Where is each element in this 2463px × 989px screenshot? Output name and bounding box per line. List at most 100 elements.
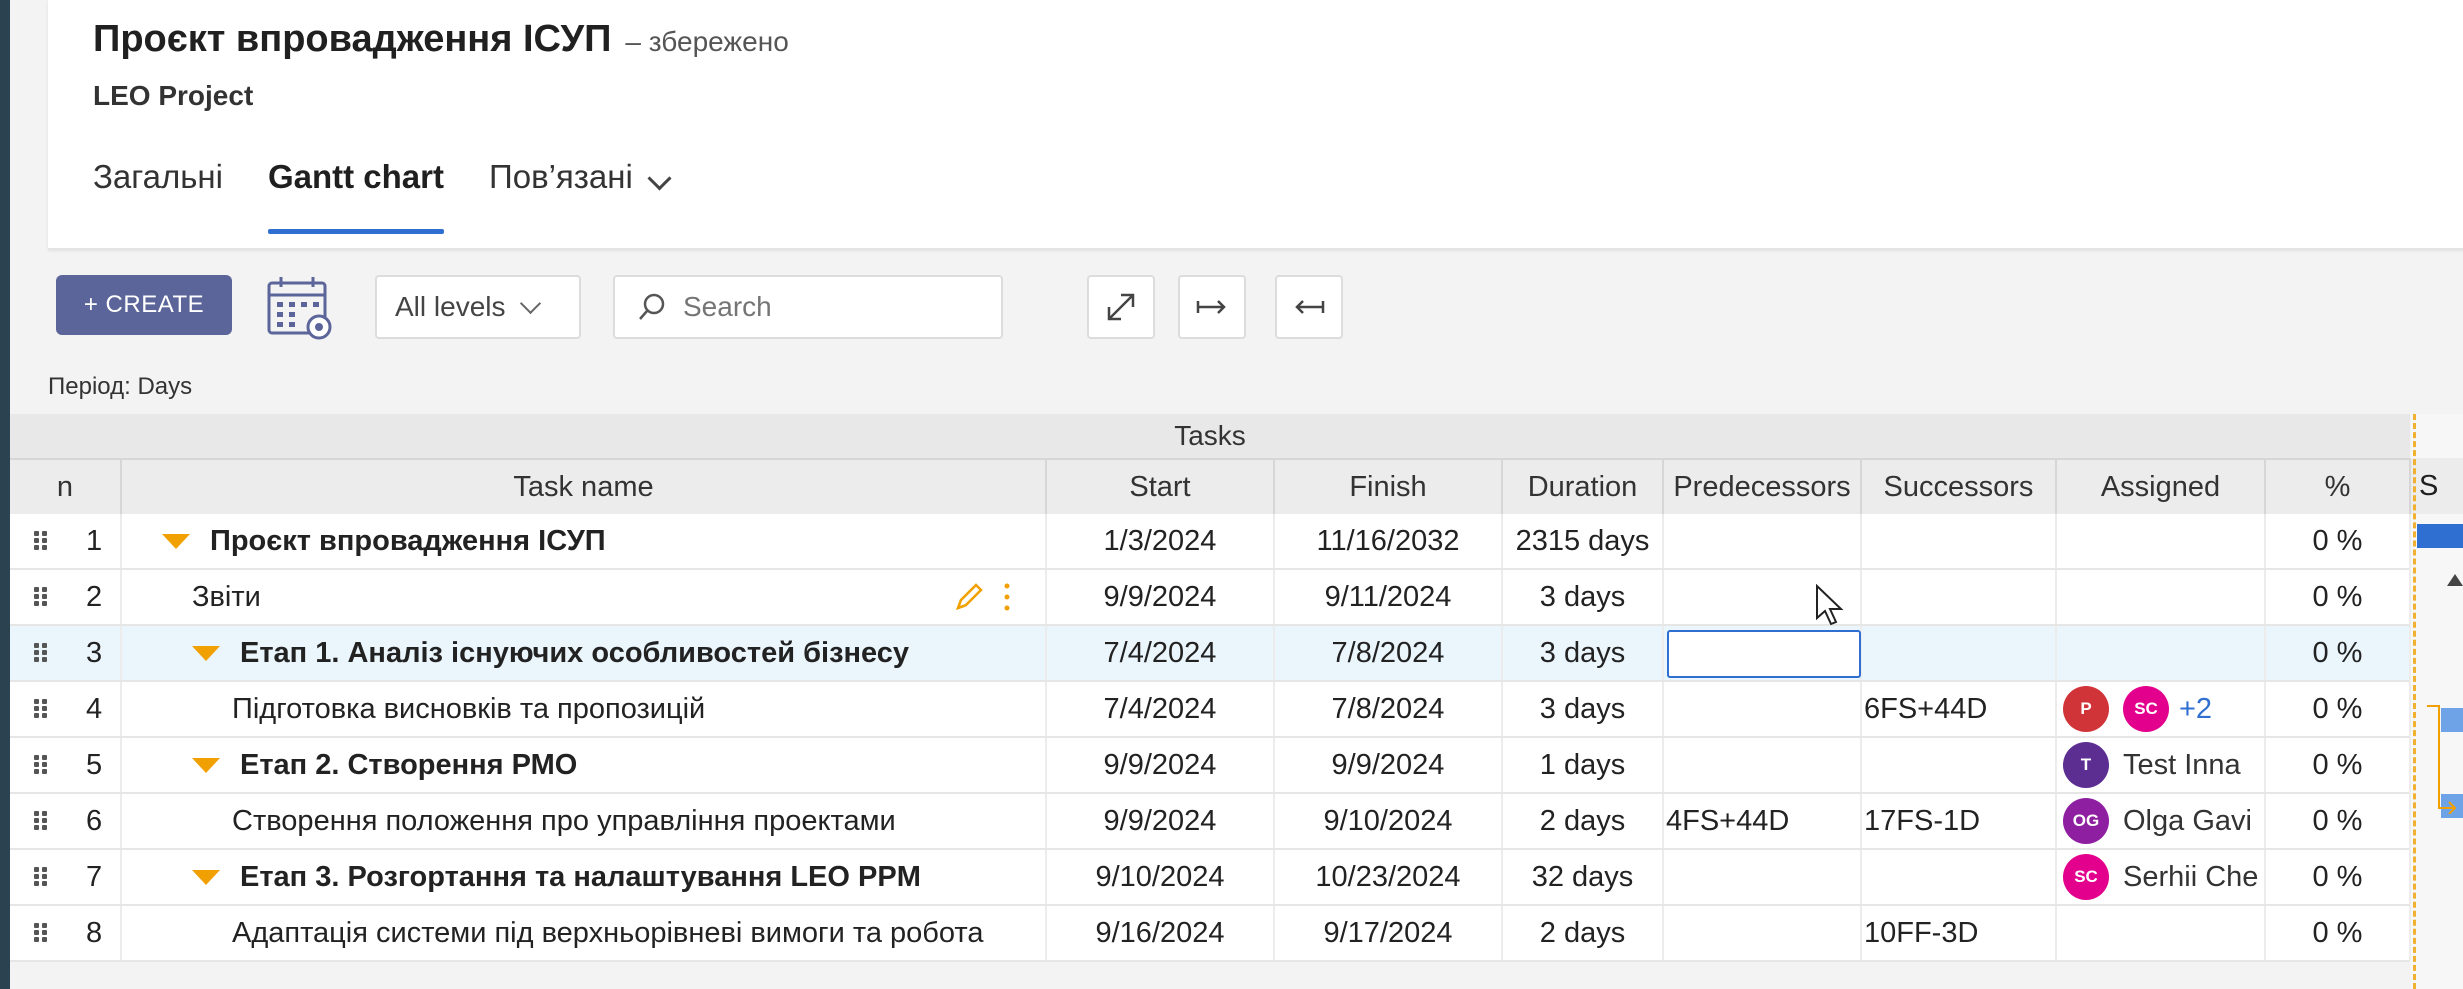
task-name-cell[interactable]: Етап 1. Аналіз існуючих особливостей біз…: [122, 626, 1047, 680]
successors-cell[interactable]: [1862, 626, 2057, 680]
more-assignees-link[interactable]: +2: [2179, 693, 2212, 726]
finish-cell[interactable]: 9/10/2024: [1275, 794, 1503, 848]
start-cell[interactable]: 9/9/2024: [1047, 570, 1275, 624]
column-header-start[interactable]: Start: [1047, 458, 1275, 514]
search-input[interactable]: [681, 290, 975, 324]
drag-handle-icon[interactable]: [34, 811, 50, 831]
task-name-cell[interactable]: Етап 2. Створення РМО: [122, 738, 1047, 792]
successors-cell[interactable]: 6FS+44D: [1862, 682, 2057, 736]
assigned-cell[interactable]: [2057, 570, 2266, 624]
column-header-predecessors[interactable]: Predecessors: [1664, 458, 1862, 514]
successors-cell[interactable]: [1862, 514, 2057, 568]
avatar[interactable]: SC: [2063, 854, 2109, 900]
table-row[interactable]: 2 Звіти 9/9/2024 9/11/2024 3 days 0 %: [10, 570, 2411, 626]
assigned-cell[interactable]: [2057, 514, 2266, 568]
finish-cell[interactable]: 11/16/2032: [1275, 514, 1503, 568]
finish-cell[interactable]: 7/8/2024: [1275, 682, 1503, 736]
table-row[interactable]: 5 Етап 2. Створення РМО 9/9/2024 9/9/2024 1 …: [10, 738, 2411, 794]
duration-cell[interactable]: 32 days: [1503, 850, 1664, 904]
start-cell[interactable]: 9/9/2024: [1047, 794, 1275, 848]
table-row[interactable]: 3 Етап 1. Аналіз існуючих особливостей бі…: [10, 626, 2411, 682]
task-name-cell[interactable]: Етап 3. Розгортання та налаштування LEO …: [122, 850, 1047, 904]
percent-cell[interactable]: 0 %: [2266, 682, 2411, 736]
task-name-cell[interactable]: Створення положення про управління проек…: [122, 794, 1047, 848]
duration-cell[interactable]: 2 days: [1503, 906, 1664, 960]
predecessors-cell[interactable]: [1664, 906, 1862, 960]
collapse-triangle-icon[interactable]: [192, 757, 220, 773]
table-row[interactable]: 4 Підготовка висновків та пропозицій 7/4/2…: [10, 682, 2411, 738]
assigned-cell[interactable]: [2057, 906, 2266, 960]
start-cell[interactable]: 9/9/2024: [1047, 738, 1275, 792]
drag-handle-icon[interactable]: [34, 531, 50, 551]
column-header-finish[interactable]: Finish: [1275, 458, 1503, 514]
column-header-assigned[interactable]: Assigned: [2057, 458, 2266, 514]
start-cell[interactable]: 9/16/2024: [1047, 906, 1275, 960]
drag-handle-icon[interactable]: [34, 867, 50, 887]
percent-cell[interactable]: 0 %: [2266, 738, 2411, 792]
summary-bar[interactable]: [2417, 524, 2463, 548]
search-box[interactable]: [613, 275, 1003, 339]
more-vertical-icon[interactable]: [1002, 582, 1012, 620]
column-header-successors[interactable]: Successors: [1862, 458, 2057, 514]
predecessors-cell[interactable]: [1664, 850, 1862, 904]
create-button[interactable]: + CREATE: [56, 275, 232, 335]
table-row[interactable]: 1 Проєкт впровадження ІСУП 1/3/2024 11/16/2…: [10, 514, 2411, 570]
successors-cell[interactable]: [1862, 850, 2057, 904]
tab-general[interactable]: Загальні: [93, 150, 223, 236]
expand-button[interactable]: [1087, 275, 1155, 339]
start-cell[interactable]: 7/4/2024: [1047, 626, 1275, 680]
duration-cell[interactable]: 2315 days: [1503, 514, 1664, 568]
pencil-icon[interactable]: [952, 580, 986, 622]
finish-cell[interactable]: 9/17/2024: [1275, 906, 1503, 960]
indent-button[interactable]: [1178, 275, 1246, 339]
duration-cell[interactable]: 3 days: [1503, 626, 1664, 680]
task-name-cell[interactable]: Підготовка висновків та пропозицій: [122, 682, 1047, 736]
assigned-cell[interactable]: P SC +2: [2057, 682, 2266, 736]
table-row[interactable]: 7 Етап 3. Розгортання та налаштування LEO…: [10, 850, 2411, 906]
finish-cell[interactable]: 9/11/2024: [1275, 570, 1503, 624]
percent-cell[interactable]: 0 %: [2266, 906, 2411, 960]
drag-handle-icon[interactable]: [34, 755, 50, 775]
successors-cell[interactable]: [1862, 738, 2057, 792]
avatar[interactable]: T: [2063, 742, 2109, 788]
column-header-percent[interactable]: %: [2266, 458, 2411, 514]
assigned-cell[interactable]: T Test Inna: [2057, 738, 2266, 792]
assigned-cell[interactable]: OG Olga Gavi: [2057, 794, 2266, 848]
duration-cell[interactable]: 3 days: [1503, 682, 1664, 736]
successors-cell[interactable]: 10FF-3D: [1862, 906, 2057, 960]
predecessors-cell[interactable]: [1664, 514, 1862, 568]
predecessors-cell[interactable]: [1664, 682, 1862, 736]
predecessors-edit-input[interactable]: [1667, 630, 1861, 678]
duration-cell[interactable]: 1 days: [1503, 738, 1664, 792]
calendar-settings-icon[interactable]: [265, 275, 337, 343]
task-name-cell[interactable]: Звіти: [122, 570, 1047, 624]
avatar[interactable]: SC: [2123, 686, 2169, 732]
tab-related[interactable]: Пов’язані: [489, 150, 672, 236]
column-header-duration[interactable]: Duration: [1503, 458, 1664, 514]
start-cell[interactable]: 9/10/2024: [1047, 850, 1275, 904]
percent-cell[interactable]: 0 %: [2266, 626, 2411, 680]
avatar[interactable]: OG: [2063, 798, 2109, 844]
successors-cell[interactable]: [1862, 570, 2057, 624]
duration-cell[interactable]: 2 days: [1503, 794, 1664, 848]
drag-handle-icon[interactable]: [34, 587, 50, 607]
finish-cell[interactable]: 10/23/2024: [1275, 850, 1503, 904]
successors-cell[interactable]: 17FS-1D: [1862, 794, 2057, 848]
tab-gantt-chart[interactable]: Gantt chart: [267, 150, 445, 236]
percent-cell[interactable]: 0 %: [2266, 570, 2411, 624]
assigned-cell[interactable]: SC Serhii Che: [2057, 850, 2266, 904]
predecessors-cell[interactable]: 4FS+44D: [1664, 794, 1862, 848]
finish-cell[interactable]: 7/8/2024: [1275, 626, 1503, 680]
drag-handle-icon[interactable]: [34, 643, 50, 663]
percent-cell[interactable]: 0 %: [2266, 850, 2411, 904]
assigned-cell[interactable]: [2057, 626, 2266, 680]
collapse-triangle-icon[interactable]: [192, 869, 220, 885]
duration-cell[interactable]: 3 days: [1503, 570, 1664, 624]
collapse-triangle-icon[interactable]: [162, 533, 190, 549]
column-header-task-name[interactable]: Task name: [122, 458, 1047, 514]
finish-cell[interactable]: 9/9/2024: [1275, 738, 1503, 792]
column-header-n[interactable]: n: [10, 458, 122, 514]
outdent-button[interactable]: [1275, 275, 1343, 339]
task-name-cell[interactable]: Проєкт впровадження ІСУП: [122, 514, 1047, 568]
percent-cell[interactable]: 0 %: [2266, 514, 2411, 568]
